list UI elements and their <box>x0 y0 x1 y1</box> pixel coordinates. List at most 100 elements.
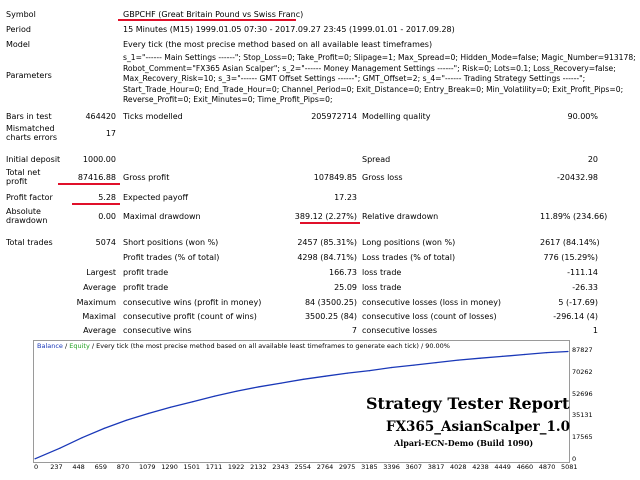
loss-trades-value: 776 (15.29%) <box>543 253 598 262</box>
average-consecutive-losses-value: 1 <box>592 326 598 335</box>
x-tick-label: 3817 <box>427 463 445 471</box>
average-consecutive-wins-label: consecutive wins <box>123 326 192 335</box>
x-tick-label: 3607 <box>405 463 423 471</box>
gross-loss-value: -20432.98 <box>556 173 598 182</box>
x-tick-label: 1922 <box>227 463 245 471</box>
y-tick-label: 35131 <box>572 411 593 420</box>
y-tick-label: 87827 <box>572 346 593 354</box>
parameters-line: Robot_Comment="FX365 Asian Scalper"; s_2… <box>123 63 616 73</box>
maximal-consecutive-profit-label: consecutive profit (count of wins) <box>123 312 257 321</box>
balance-point <box>567 350 569 353</box>
profit-factor-value: 5.28 <box>98 193 116 202</box>
balance-point <box>346 372 349 374</box>
average-loss-label: loss trade <box>362 283 402 292</box>
balance-point <box>258 386 260 388</box>
y-tick-label: 70262 <box>572 367 593 376</box>
x-tick-label: 2554 <box>294 463 312 471</box>
y-tick-label: 0 <box>572 455 577 463</box>
spread-value: 20 <box>587 155 598 164</box>
parameters-line: s_1="------ Main Settings ------"; Stop_… <box>123 53 636 62</box>
average-profit-label: profit trade <box>123 283 169 292</box>
loss-trades-label: Loss trades (% of total) <box>362 253 456 262</box>
x-tick-label: 237 <box>50 463 63 471</box>
max-consecutive-wins-value: 84 (3500.25) <box>304 298 357 307</box>
parameters-block: s_1="------ Main Settings ------"; Stop_… <box>123 53 636 106</box>
average-consecutive-losses-label: consecutive losses <box>362 326 438 335</box>
spread-label: Spread <box>362 155 391 164</box>
deposit-label: Initial deposit <box>6 155 61 164</box>
balance-point <box>236 390 238 392</box>
balance-point <box>169 406 172 408</box>
max-consecutive-wins-label: consecutive wins (profit in money) <box>123 298 262 307</box>
x-tick-label: 2343 <box>272 463 289 471</box>
maximal-consecutive-profit-value: 3500.25 (84) <box>304 312 357 321</box>
balance-point <box>103 427 105 429</box>
max-consecutive-losses-label: consecutive losses (loss in money) <box>362 298 502 307</box>
x-tick-label: 1711 <box>205 463 223 471</box>
mismatched-value: 17 <box>105 129 116 138</box>
average-loss-value: -26.33 <box>572 283 598 292</box>
maximal-drawdown-label: Maximal drawdown <box>123 212 201 221</box>
x-tick-label: 659 <box>94 463 108 471</box>
absolute-drawdown-value: 0.00 <box>98 212 116 221</box>
period-value: 15 Minutes (M15) 1999.01.05 07:30 - 2017… <box>123 25 455 34</box>
short-positions-label: Short positions (won %) <box>123 238 219 247</box>
overlay-build: Alpari-ECN-Demo (Build 1090) <box>394 438 534 448</box>
x-tick-label: 4449 <box>494 463 511 471</box>
balance-point <box>147 412 149 415</box>
total-trades-value: 5074 <box>95 238 116 247</box>
y-tick-label: 52696 <box>572 389 593 398</box>
parameters-line: Max_Recovery_Risk=10; s_3="------ GMT Of… <box>123 74 586 83</box>
balance-point <box>413 364 415 366</box>
long-positions-value: 2617 (84.14%) <box>540 238 600 247</box>
gross-profit-label: Gross profit <box>123 173 170 182</box>
x-tick-label: 1290 <box>161 463 178 471</box>
average-profit-value: 25.09 <box>334 283 357 292</box>
quality-label: Modelling quality <box>362 112 431 121</box>
largest-label: Largest <box>86 268 116 277</box>
expected-payoff-value: 17.23 <box>334 193 357 202</box>
average-consecutive-wins-value: 7 <box>351 326 357 335</box>
balance-point <box>501 355 503 357</box>
balance-point <box>125 419 127 421</box>
overlay-ea-name: FX365_AsianScalper_1.0 <box>386 419 570 435</box>
long-positions-label: Long positions (won %) <box>362 238 456 247</box>
profit-trades-label: Profit trades (% of total) <box>123 253 220 262</box>
balance-point <box>435 362 437 364</box>
balance-point <box>523 353 526 356</box>
model-value: Every tick (the most precise method base… <box>123 40 433 49</box>
period-label: Period <box>6 25 31 34</box>
maximum-label: Maximum <box>76 298 116 307</box>
x-tick-label: 3396 <box>383 463 400 471</box>
largest-profit-label: profit trade <box>123 268 169 277</box>
gross-loss-label: Gross loss <box>362 173 403 182</box>
x-tick-label: 1079 <box>139 463 156 471</box>
gross-profit-value: 107849.85 <box>313 173 357 182</box>
x-tick-label: 2975 <box>338 463 356 471</box>
balance-point <box>192 401 194 403</box>
balance-point <box>302 378 304 380</box>
average-consecutive-label: Average <box>83 326 116 335</box>
model-label: Model <box>6 40 31 49</box>
largest-loss-value: -111.14 <box>567 268 598 277</box>
maximal-consecutive-loss-value: -296.14 (4) <box>553 312 598 321</box>
x-axis: 0 237 448 659 870 1079 1290 1501 1711 1922 2132 234… <box>33 463 578 475</box>
balance-point <box>546 352 548 354</box>
x-tick-label: 4870 <box>538 463 556 471</box>
overlay-title: Strategy Tester Report <box>366 394 570 413</box>
x-tick-label: 870 <box>116 463 130 471</box>
y-axis: 87827 70262 52696 35131 17565 0 <box>572 340 632 463</box>
expected-payoff-label: Expected payoff <box>123 193 188 202</box>
y-tick-label: 17565 <box>572 433 593 442</box>
maximal-label: Maximal <box>82 312 116 321</box>
absolute-drawdown-label: Absolute drawdown <box>6 207 48 225</box>
relative-drawdown-label: Relative drawdown <box>362 212 439 221</box>
balance-point <box>34 458 36 460</box>
symbol-label: Symbol <box>6 10 36 19</box>
maximal-consecutive-loss-label: consecutive loss (count of losses) <box>362 312 497 321</box>
x-tick-label: 1501 <box>183 463 201 471</box>
balance-point <box>280 382 282 384</box>
symbol-value: GBPCHF (Great Britain Pound vs Swiss Fra… <box>123 10 304 19</box>
average-label: Average <box>83 283 116 292</box>
net-profit-value: 87416.88 <box>77 173 116 182</box>
